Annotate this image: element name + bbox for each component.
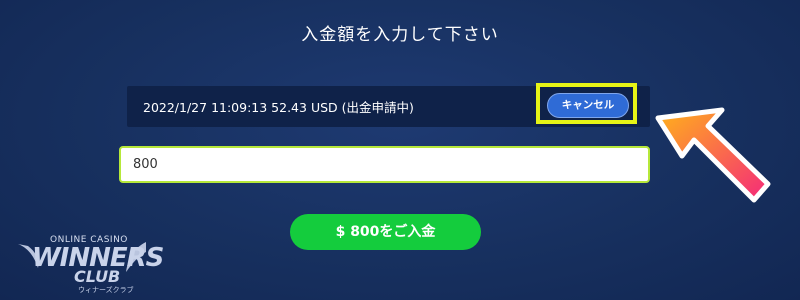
pending-withdrawal-text: 2022/1/27 11:09:13 52.43 USD (出金申請中) <box>143 100 414 115</box>
deposit-screen: 入金額を入力して下さい 2022/1/27 11:09:13 52.43 USD… <box>0 0 800 300</box>
deposit-button[interactable]: $ 800をご入金 <box>290 214 481 250</box>
logo-kana-text: ウィナーズクラブ <box>78 286 134 294</box>
logo-club-text: CLUB <box>74 267 121 286</box>
deposit-amount-input[interactable] <box>119 146 650 183</box>
winners-club-logo: ONLINE CASINO WINNERS CLUB ウィナーズクラブ <box>14 232 164 296</box>
page-title: 入金額を入力して下さい <box>301 25 499 45</box>
cancel-button[interactable]: キャンセル <box>547 93 629 118</box>
pointer-arrow-icon <box>655 107 771 203</box>
